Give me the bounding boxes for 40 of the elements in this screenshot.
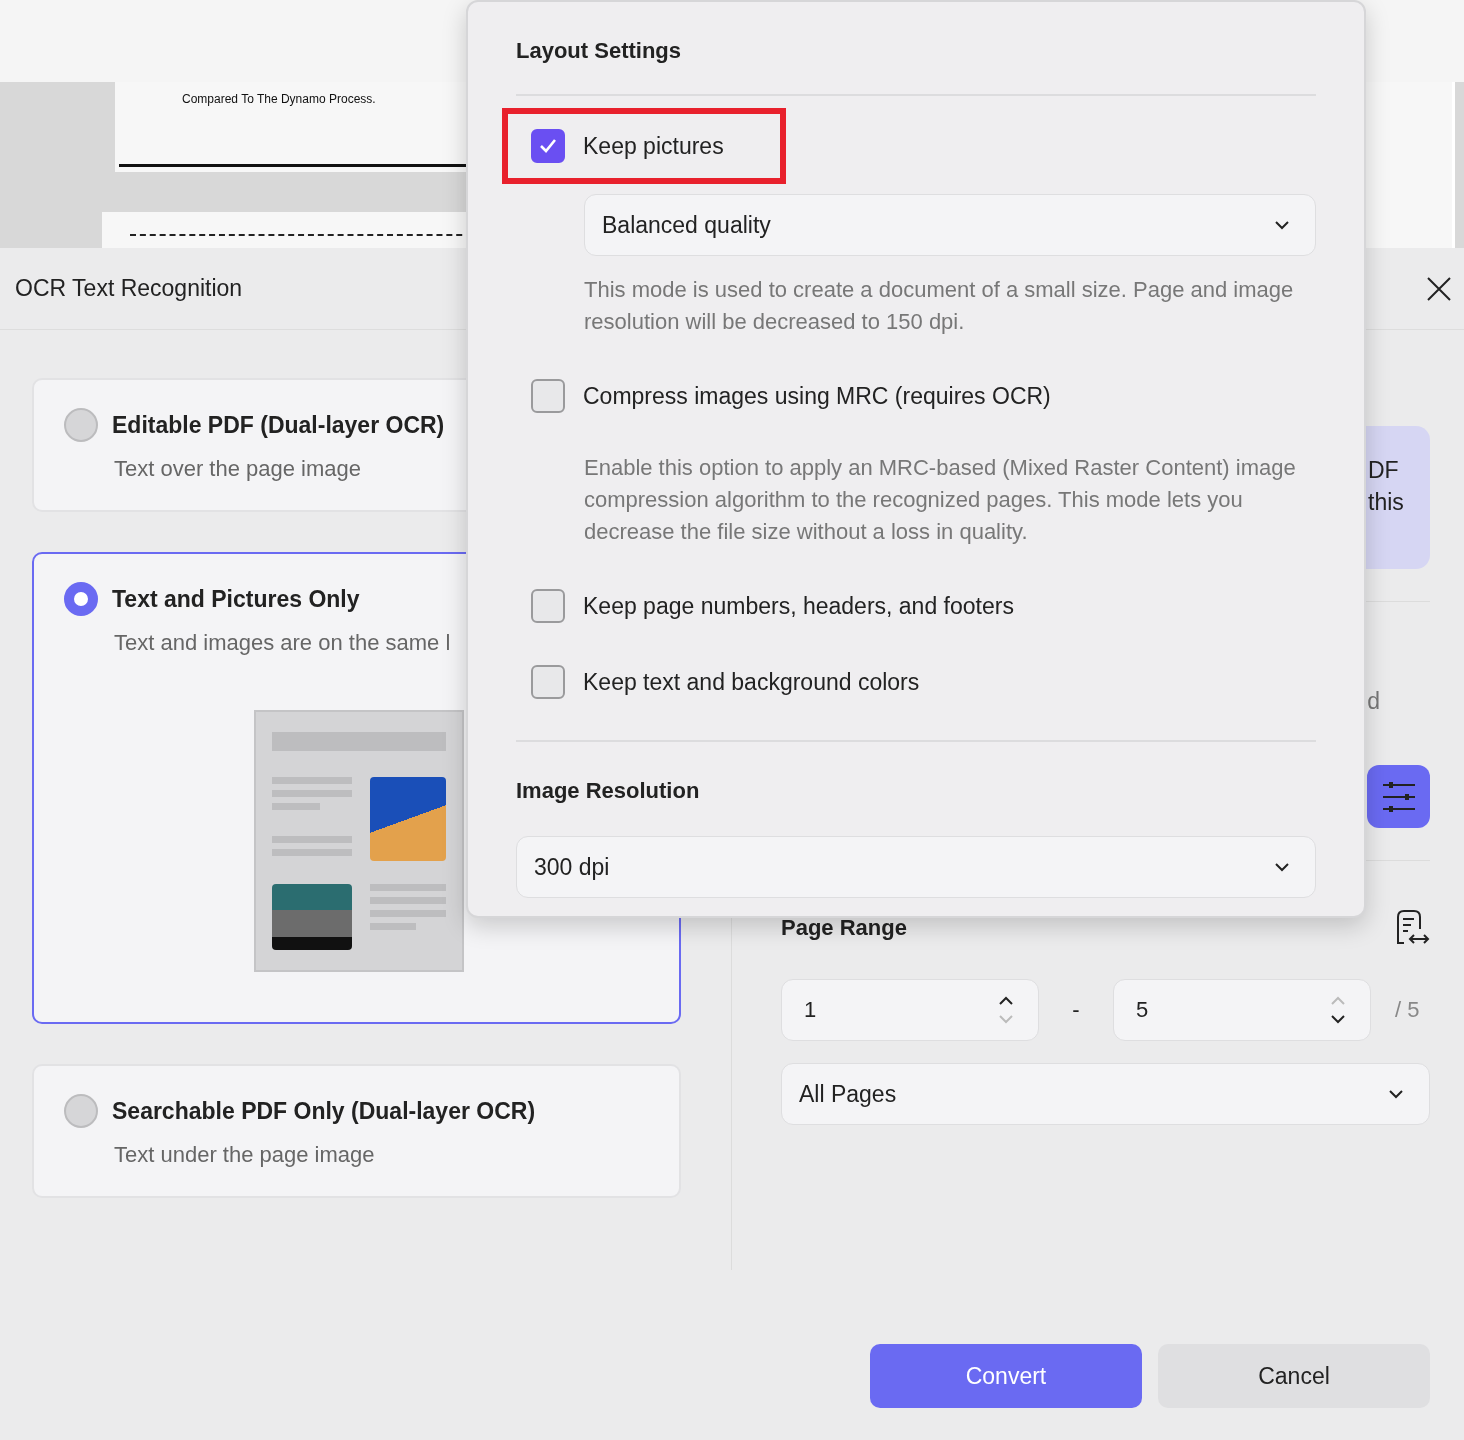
checkbox[interactable]: [531, 379, 565, 413]
stepper-icon[interactable]: [998, 995, 1014, 1025]
resolution-dropdown[interactable]: 300 dpi: [516, 836, 1316, 898]
close-button[interactable]: [1426, 275, 1452, 302]
option-description: Text and images are on the same l: [114, 630, 451, 656]
checkbox[interactable]: [531, 129, 565, 163]
option-text: d: [1367, 688, 1380, 716]
stepper-icon[interactable]: [1330, 995, 1346, 1025]
page-total: / 5: [1395, 997, 1420, 1023]
chevron-down-icon: [1389, 1089, 1403, 1099]
info-text: DF: [1368, 456, 1400, 485]
option-description: Text over the page image: [114, 456, 362, 482]
dialog-title: OCR Text Recognition: [15, 275, 243, 302]
chevron-down-icon: [1275, 220, 1289, 230]
page-to-field[interactable]: 5: [1113, 979, 1371, 1041]
page-scope-dropdown[interactable]: All Pages: [781, 1063, 1430, 1125]
mode-option-card[interactable]: Searchable PDF Only (Dual-layer OCR) Text under the page image: [32, 1064, 681, 1198]
radio-button[interactable]: [64, 582, 98, 616]
option-description: Text under the page image: [114, 1142, 375, 1168]
checkbox[interactable]: [531, 589, 565, 623]
option-title: Text and Pictures Only: [112, 585, 360, 613]
settings-button[interactable]: [1367, 765, 1430, 828]
document-caption: Compared To The Dynamo Process.: [182, 92, 376, 106]
cancel-button[interactable]: Cancel: [1158, 1344, 1430, 1408]
chevron-down-icon: [1275, 862, 1289, 872]
radio-button[interactable]: [64, 1094, 98, 1128]
popup-title: Layout Settings: [516, 38, 682, 64]
page-range-label: Page Range: [781, 915, 907, 941]
quality-dropdown[interactable]: Balanced quality: [584, 194, 1316, 256]
checkbox-label: Keep pictures: [583, 132, 724, 160]
option-title: Editable PDF (Dual-layer OCR): [112, 411, 445, 439]
option-title: Searchable PDF Only (Dual-layer OCR): [112, 1097, 536, 1125]
radio-button[interactable]: [64, 408, 98, 442]
convert-button[interactable]: Convert: [870, 1344, 1142, 1408]
page-from-field[interactable]: 1: [781, 979, 1039, 1041]
checkbox[interactable]: [531, 665, 565, 699]
range-separator: -: [1071, 997, 1081, 1023]
info-text: this: [1368, 488, 1405, 517]
option-note: This mode is used to create a document of a small size. Page and image resolution will be decreased to 150 dpi.: [584, 276, 1295, 336]
close-icon: [1426, 275, 1452, 302]
